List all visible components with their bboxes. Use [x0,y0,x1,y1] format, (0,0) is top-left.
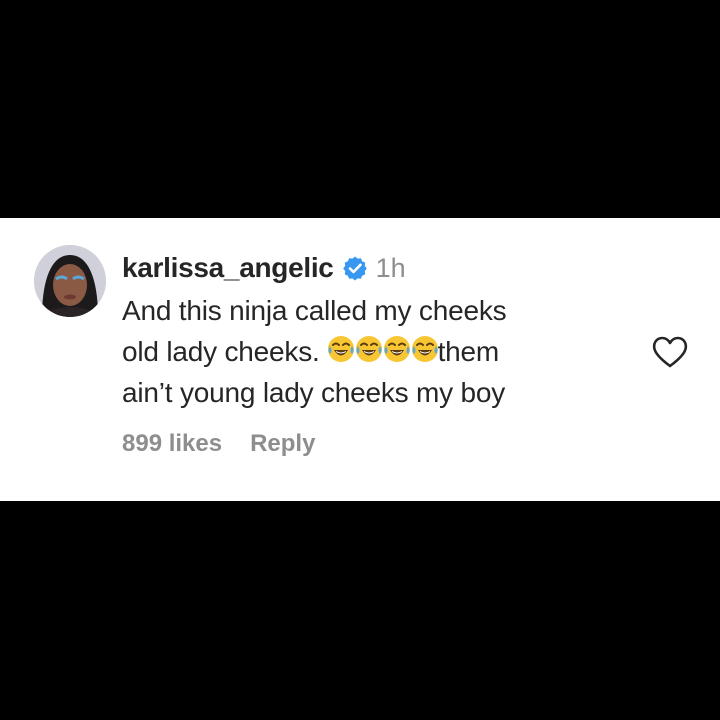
comment-header: karlissa_angelic 1h [122,248,406,288]
letterbox-top [0,0,720,218]
comment-text: And this ninja called my cheeks old lady… [122,290,642,413]
comment-line: And this ninja called my cheeks [122,295,507,326]
likes-count[interactable]: 899 likes [122,430,222,458]
verified-badge-icon [342,255,368,281]
timestamp: 1h [375,252,406,283]
avatar-image [34,245,106,317]
face-with-tears-of-joy-icon [382,334,412,364]
comment-line-text: old lady cheeks. [122,336,320,367]
comment-line-text: them [437,336,500,367]
comment-meta: 899 likes Reply [122,430,315,458]
face-with-tears-of-joy-icon [410,334,440,364]
comment-line-with-emoji: old lady cheeks. them [122,331,642,372]
letterbox-bottom [0,501,720,720]
username[interactable]: karlissa_angelic [122,252,334,284]
avatar[interactable] [34,245,106,317]
face-with-tears-of-joy-icon [354,334,384,364]
face-with-tears-of-joy-icon [326,334,356,364]
comment-line: ain’t young lady cheeks my boy [122,377,506,408]
reply-button[interactable]: Reply [250,430,315,458]
comment-card: karlissa_angelic 1h And this ninja calle… [0,218,720,501]
emoji-group [326,334,438,364]
heart-outline-icon[interactable] [651,335,689,369]
